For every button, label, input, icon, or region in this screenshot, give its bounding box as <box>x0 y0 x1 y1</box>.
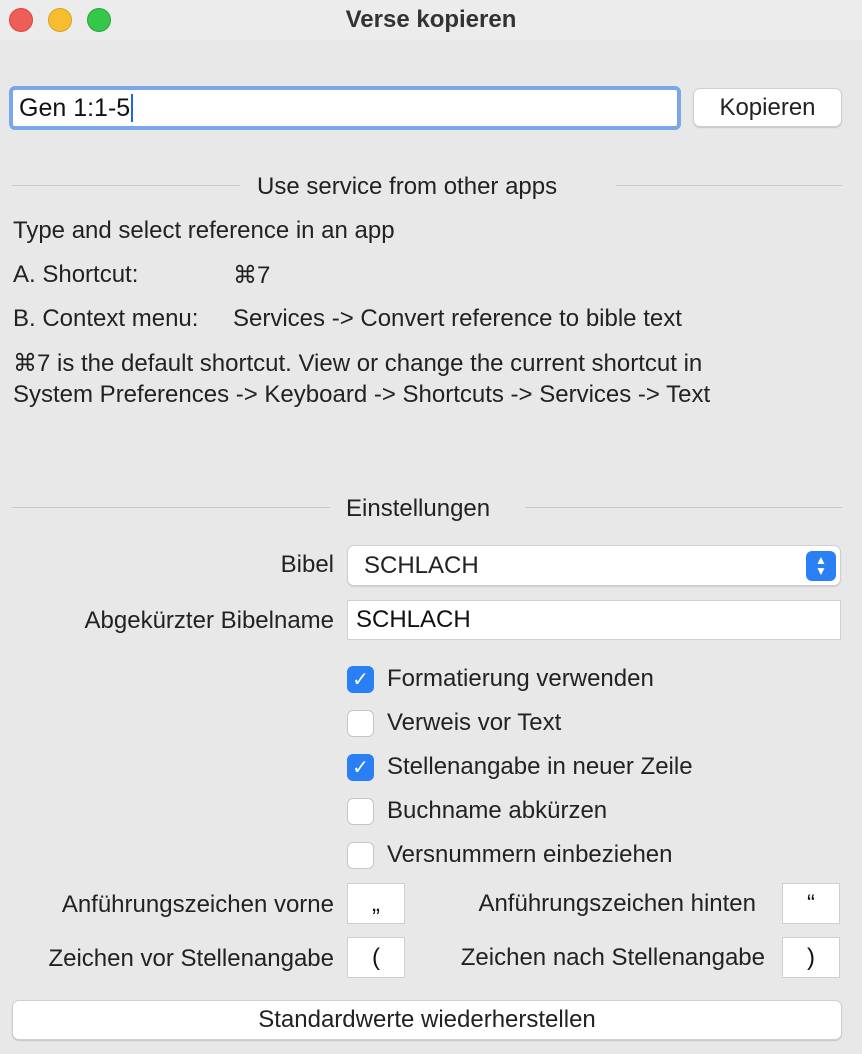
checkmark-icon[interactable]: ✓ <box>347 753 374 781</box>
reference-input-value: Gen 1:1-5 <box>19 93 131 122</box>
char-before-reference-field[interactable]: ( <box>347 937 405 978</box>
abbreviated-bible-name-label: Abgekürzter Bibelname <box>84 607 334 634</box>
bible-select-value: SCHLACH <box>364 551 479 579</box>
restore-defaults-button[interactable]: Standardwerte wiederherstellen <box>12 1000 842 1040</box>
text-caret <box>131 94 134 122</box>
quote-back-field[interactable]: “ <box>782 883 840 924</box>
char-after-reference-label: Zeichen nach Stellenangabe <box>460 944 765 971</box>
checkbox-empty-icon[interactable] <box>347 841 374 869</box>
checkbox-row-verse-numbers[interactable]: Versnummern einbeziehen <box>347 840 673 870</box>
bible-label: Bibel <box>280 551 334 578</box>
checkbox-label-abbreviate-book: Buchname abkürzen <box>387 797 608 824</box>
settings-heading: Einstellungen <box>346 495 491 522</box>
shortcut-info-line-1: ⌘7 is the default shortcut. View or chan… <box>13 350 703 377</box>
quote-front-field[interactable]: „ <box>347 883 405 924</box>
checkbox-label-formatting: Formatierung verwenden <box>387 665 654 692</box>
checkbox-label-reference-new-line: Stellenangabe in neuer Zeile <box>387 753 693 780</box>
quote-front-label: Anführungszeichen vorne <box>61 891 334 918</box>
title-bar: Verse kopieren <box>0 0 862 40</box>
checkbox-label-reference-before-text: Verweis vor Text <box>387 709 562 736</box>
checkbox-empty-icon[interactable] <box>347 797 374 825</box>
checkbox-row-abbreviate-book[interactable]: Buchname abkürzen <box>347 796 607 826</box>
copy-button[interactable]: Kopieren <box>693 88 842 127</box>
checkbox-empty-icon[interactable] <box>347 709 374 737</box>
reference-input[interactable]: Gen 1:1-5 <box>9 86 681 130</box>
checkbox-label-verse-numbers: Versnummern einbeziehen <box>387 841 673 868</box>
char-before-reference-label: Zeichen vor Stellenangabe <box>48 945 334 972</box>
shortcut-info-line-2: System Preferences -> Keyboard -> Shortc… <box>13 381 711 408</box>
settings-separator-left <box>12 507 330 508</box>
shortcut-value: ⌘7 <box>233 262 271 289</box>
service-separator-right <box>616 185 842 186</box>
window-title: Verse kopieren <box>345 6 517 33</box>
abbreviated-bible-name-field[interactable]: SCHLACH <box>347 600 841 640</box>
service-heading: Use service from other apps <box>257 173 558 200</box>
char-after-reference-field[interactable]: ) <box>782 937 840 978</box>
service-separator-left <box>12 185 240 186</box>
shortcut-label: A. Shortcut: <box>13 261 139 288</box>
checkbox-row-formatting[interactable]: ✓ Formatierung verwenden <box>347 664 654 694</box>
bible-select[interactable]: SCHLACH ▲ ▼ <box>347 545 841 586</box>
checkmark-icon[interactable]: ✓ <box>347 665 374 693</box>
chevron-up-down-icon: ▲ ▼ <box>806 551 836 581</box>
checkbox-row-reference-new-line[interactable]: ✓ Stellenangabe in neuer Zeile <box>347 752 693 782</box>
context-menu-label: B. Context menu: <box>13 305 199 332</box>
quote-back-label: Anführungszeichen hinten <box>478 890 756 917</box>
settings-separator-right <box>525 507 842 508</box>
checkbox-row-reference-before-text[interactable]: Verweis vor Text <box>347 708 561 738</box>
service-instruction: Type and select reference in an app <box>13 217 395 244</box>
context-menu-value: Services -> Convert reference to bible t… <box>233 305 682 332</box>
